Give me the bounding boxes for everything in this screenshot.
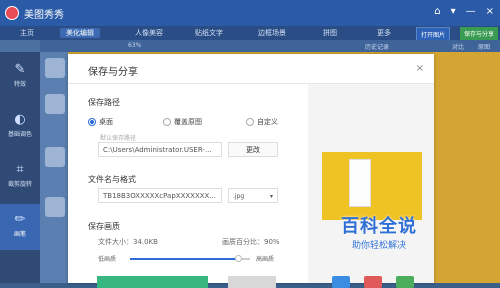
tab-edit[interactable]: 美化编辑 <box>60 28 100 38</box>
tool-thumbnail[interactable] <box>45 94 65 114</box>
watermark-logo: 百科全说 助你轻松解决 <box>314 212 444 251</box>
radio-label: 覆盖原图 <box>174 118 202 126</box>
quality-slider[interactable] <box>130 255 250 262</box>
sidebar-item-brush[interactable]: ✏ 画笔 <box>0 204 40 250</box>
chevron-down-icon: ▾ <box>269 193 273 200</box>
sidebar-item-label: 裁剪旋转 <box>7 181 32 188</box>
format-value: .jpg <box>233 193 245 200</box>
tool-thumbnail[interactable] <box>45 147 65 167</box>
file-size: 文件大小：34.0KB <box>98 238 158 246</box>
quality-slider-fill <box>130 258 238 260</box>
quality-label: 保存画质 <box>88 222 120 231</box>
preview-product <box>349 159 371 207</box>
watermark-title: 百科全说 <box>341 216 417 237</box>
tab-home[interactable]: 主页 <box>20 28 34 38</box>
sidebar-item-crop[interactable]: ⌗ 裁剪旋转 <box>0 156 40 200</box>
close-icon[interactable]: × <box>416 63 424 74</box>
quality-slider-thumb[interactable] <box>235 255 242 262</box>
brush-icon: ✏ <box>14 212 26 227</box>
confirm-button[interactable] <box>97 276 208 288</box>
share-icon[interactable] <box>396 276 414 288</box>
filename-label: 文件名与格式 <box>88 175 136 184</box>
radio-unchecked-icon <box>163 118 171 126</box>
minimize-icon[interactable]: — <box>466 6 476 17</box>
radio-label: 自定义 <box>257 118 278 126</box>
filename-input[interactable]: TB18B3OXXXXXcPapXXXXXXX... <box>98 188 222 203</box>
radio-overwrite[interactable]: 覆盖原图 <box>163 117 202 127</box>
sidebar-item-color[interactable]: ◐ 基础调色 <box>0 106 40 150</box>
tab-stickers[interactable]: 贴纸文字 <box>195 28 223 38</box>
window-controls: ⌂ ▾ — × <box>434 6 494 17</box>
radio-label: 桌面 <box>99 118 113 126</box>
title-bar: 美图秀秀 ⌂ ▾ — × <box>0 0 500 26</box>
high-quality-label: 高画质 <box>256 256 275 263</box>
tab-portrait[interactable]: 人像美容 <box>135 28 163 38</box>
tab-collage[interactable]: 拼图 <box>323 28 337 38</box>
dialog-title: 保存与分享 <box>88 67 138 78</box>
tool-thumbnail[interactable] <box>45 58 65 78</box>
crop-icon: ⌗ <box>16 162 24 177</box>
tab-more[interactable]: 更多 <box>377 28 391 38</box>
default-path-hint: 默认保存路径 <box>100 135 137 142</box>
save-path-label: 保存路径 <box>88 98 120 107</box>
watermark-subtitle: 助你轻松解决 <box>351 241 406 251</box>
sidebar-item-label: 特效 <box>13 81 26 88</box>
tool-panel <box>40 52 68 283</box>
quality-percent: 画质百分比：90% <box>222 238 280 246</box>
preview-pane <box>308 84 434 288</box>
menu-icon[interactable]: ▾ <box>451 6 456 17</box>
sidebar-item-label: 基础调色 <box>7 131 32 138</box>
tool-thumbnail[interactable] <box>45 197 65 217</box>
sidebar-item-effects[interactable]: ✎ 特效 <box>0 56 40 100</box>
app-title: 美图秀秀 <box>24 10 64 21</box>
palette-icon: ◐ <box>14 112 26 127</box>
magic-wand-icon: ✎ <box>14 62 26 77</box>
history-button[interactable]: 历史记录 <box>365 42 389 51</box>
cancel-button[interactable] <box>228 276 276 288</box>
change-path-button[interactable]: 更改 <box>228 142 278 157</box>
skin-icon[interactable]: ⌂ <box>434 6 440 17</box>
radio-checked-icon <box>88 118 96 126</box>
low-quality-label: 低画质 <box>98 256 117 263</box>
format-select[interactable]: .jpg ▾ <box>228 188 278 203</box>
compare-button[interactable]: 对比 <box>452 42 464 51</box>
radio-desktop[interactable]: 桌面 <box>88 117 113 127</box>
original-button[interactable]: 原图 <box>478 42 490 51</box>
sidebar: ✎ 特效 ◐ 基础调色 ⌗ 裁剪旋转 ✏ 画笔 <box>0 52 40 283</box>
save-share-button[interactable]: 保存与分享 <box>459 27 498 40</box>
tab-frames[interactable]: 边框场景 <box>258 28 286 38</box>
toolbar: 63% 历史记录 对比 原图 <box>40 40 500 52</box>
share-icon[interactable] <box>364 276 382 288</box>
app-logo-icon <box>5 6 19 20</box>
save-path-input[interactable]: C:\Users\Administrator.USER-... <box>98 142 222 157</box>
preview-image <box>322 152 422 220</box>
zoom-level[interactable]: 63% <box>128 42 141 49</box>
share-icon[interactable] <box>332 276 350 288</box>
close-window-icon[interactable]: × <box>486 6 494 17</box>
radio-custom[interactable]: 自定义 <box>246 117 278 127</box>
radio-unchecked-icon <box>246 118 254 126</box>
main-nav: 主页 美化编辑 人像美容 贴纸文字 边框场景 拼图 更多 打开图片 保存与分享 <box>0 26 500 42</box>
sidebar-item-label: 画笔 <box>13 231 26 238</box>
